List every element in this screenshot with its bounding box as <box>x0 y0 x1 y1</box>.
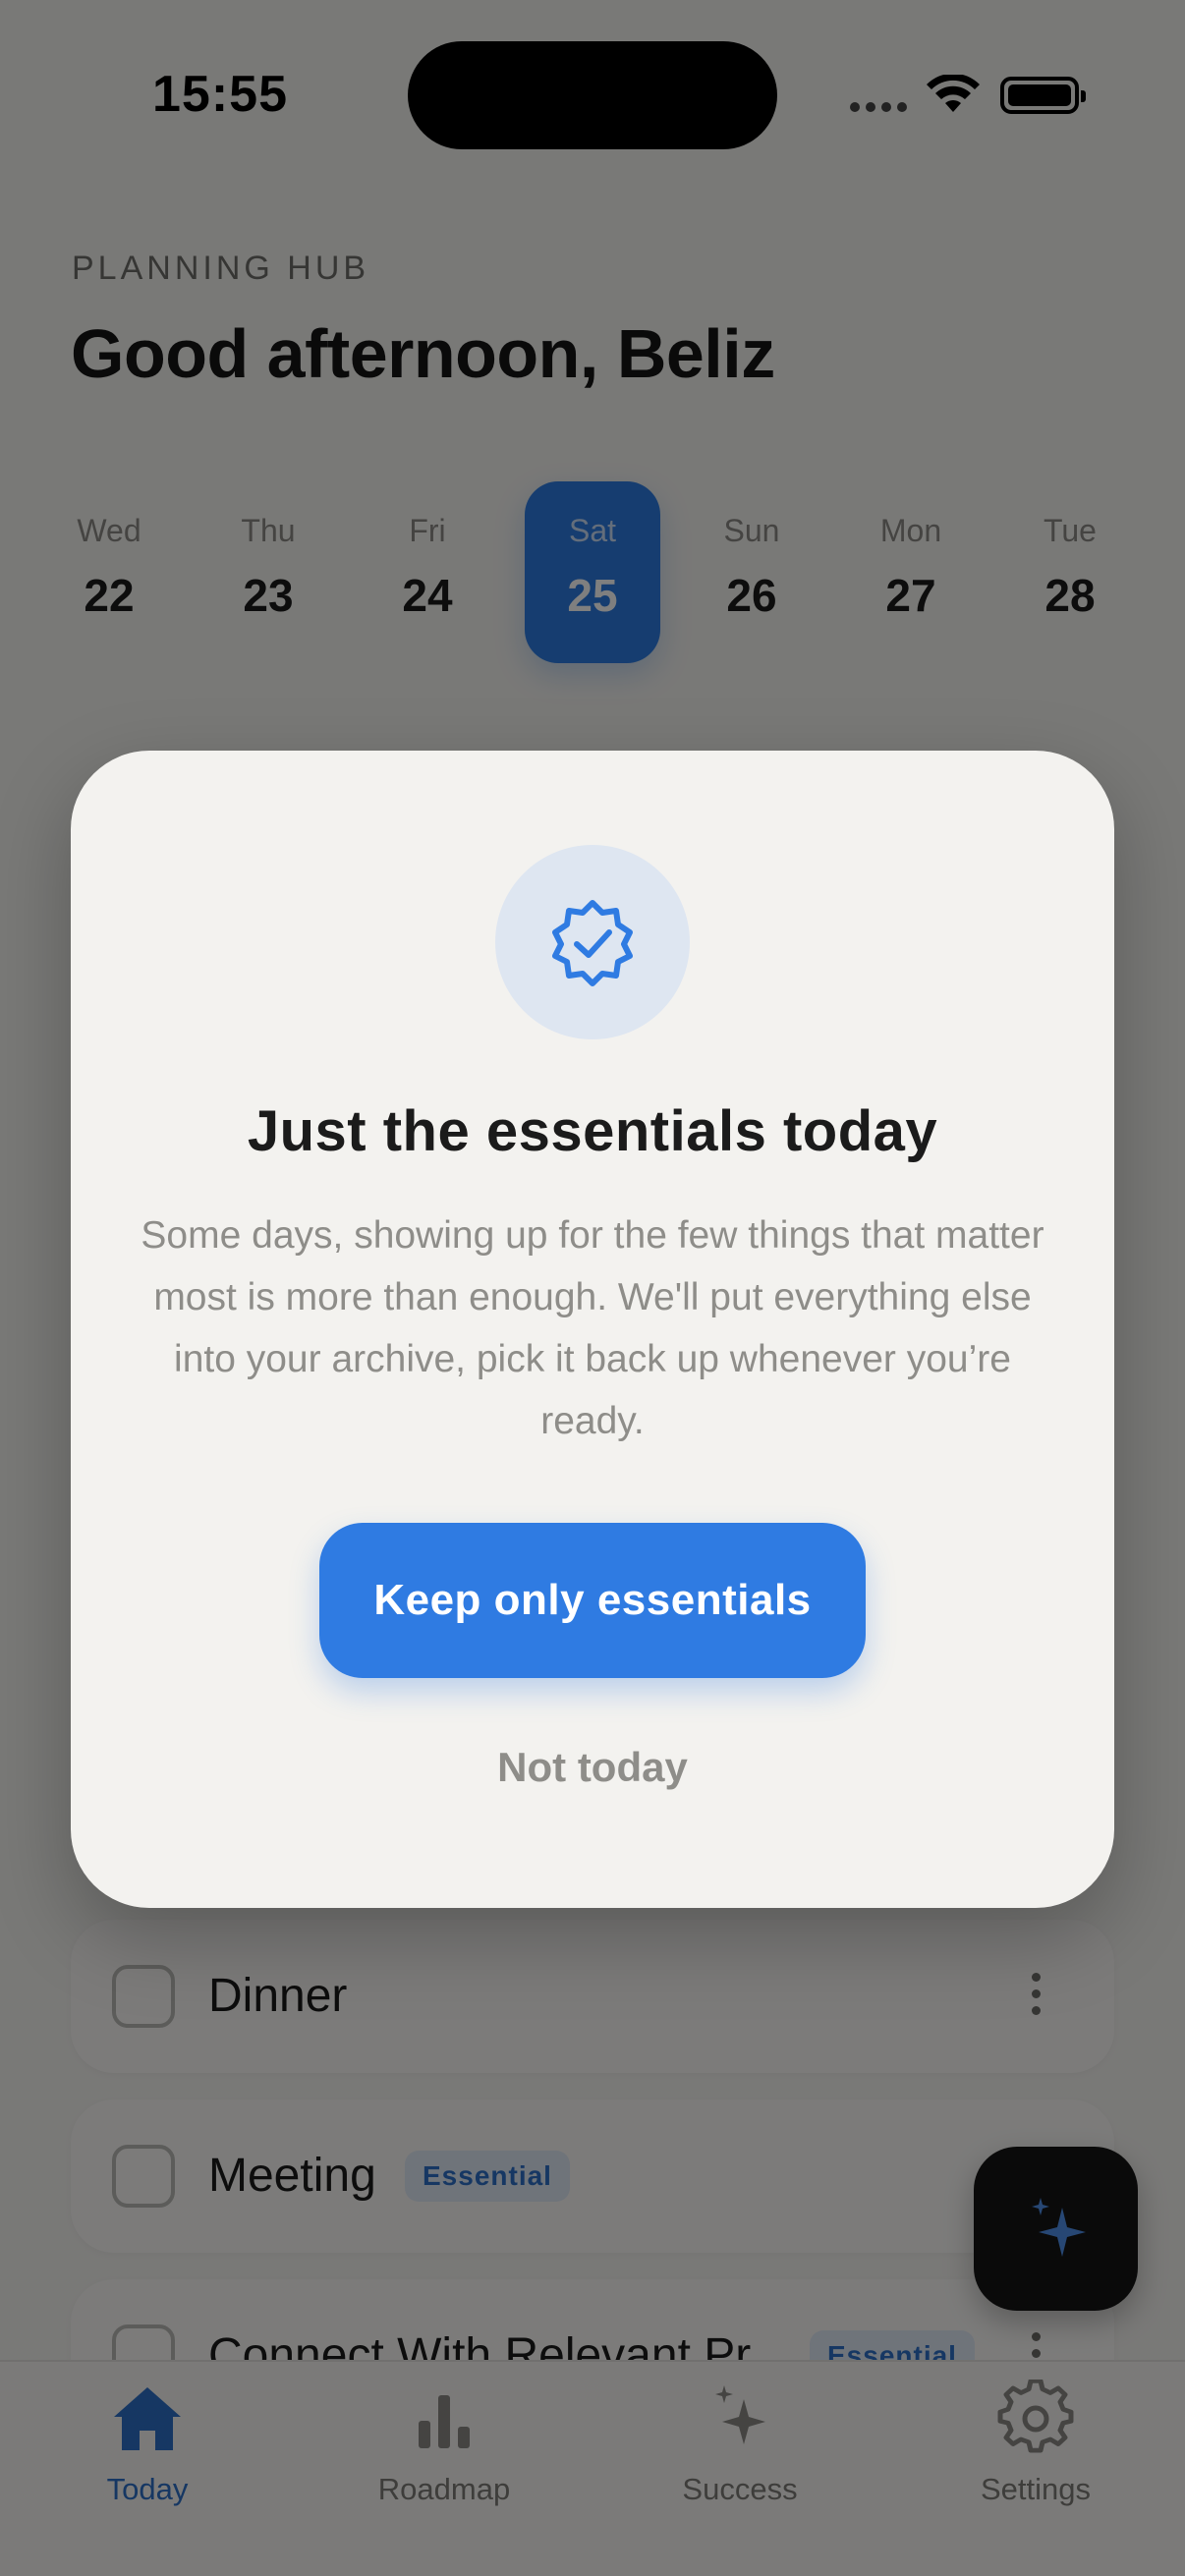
app-screen: 15:55 PLANNING HUB Good afternoon, Beliz… <box>0 0 1185 2576</box>
modal-icon-circle <box>495 845 690 1039</box>
modal-title: Just the essentials today <box>247 1099 938 1163</box>
not-today-button[interactable]: Not today <box>396 1733 789 1802</box>
verified-badge-icon <box>552 900 633 986</box>
essentials-modal: Just the essentials today Some days, sho… <box>71 751 1114 1908</box>
modal-body: Some days, showing up for the few things… <box>141 1214 1044 1442</box>
keep-essentials-button[interactable]: Keep only essentials <box>319 1523 866 1678</box>
